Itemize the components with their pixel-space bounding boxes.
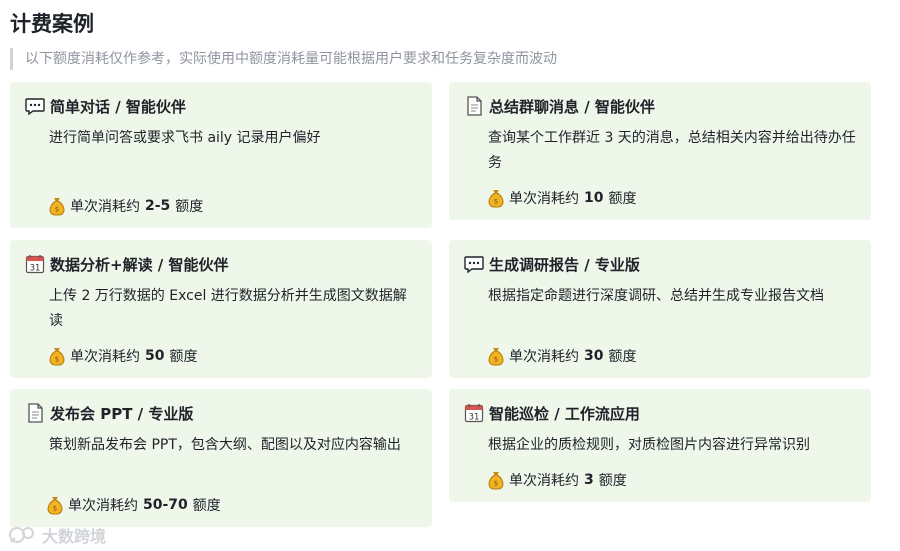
cost-prefix: 单次消耗约 (68, 498, 138, 514)
document-icon (467, 96, 482, 116)
page-subtitle: 以下额度消耗仅作参考，实际使用中额度消耗量可能根据用户要求和任务复杂度而波动 (10, 48, 557, 70)
case-card-title: 简单对话 / 智能伙伴 (50, 97, 186, 116)
calendar-icon: 31 (25, 255, 45, 274)
cost-value: 50-70 (143, 497, 188, 513)
case-card-description: 查询某个工作群近 3 天的消息，总结相关内容并给出待办任务 (488, 130, 856, 171)
case-card-launch-ppt: 发布会 PPT / 专业版 策划新品发布会 PPT，包含大纲、配图以及对应内容输… (10, 389, 432, 527)
case-card-data-analysis: 31 数据分析+解读 / 智能伙伴 上传 2 万行数据的 Excel 进行数据分… (10, 240, 432, 378)
money-bag-icon: $ (47, 497, 63, 515)
case-card-title: 智能巡检 / 工作流应用 (489, 404, 640, 423)
case-card-description: 进行简单问答或要求飞书 aily 记录用户偏好 (49, 130, 321, 146)
case-card-cost: $ 单次消耗约 3 额度 (487, 470, 627, 490)
svg-text:31: 31 (30, 264, 41, 274)
cost-unit: 额度 (169, 349, 198, 365)
case-card-description: 根据企业的质检规则，对质检图片内容进行异常识别 (488, 437, 810, 453)
svg-text:$: $ (494, 480, 498, 488)
case-card-group-summary: 总结群聊消息 / 智能伙伴 查询某个工作群近 3 天的消息，总结相关内容并给出待… (449, 82, 871, 220)
money-bag-icon: $ (49, 348, 65, 366)
cost-unit: 额度 (608, 191, 637, 207)
case-card-cost: $ 单次消耗约 50 额度 (48, 346, 197, 366)
case-card-research-report: 生成调研报告 / 专业版 根据指定命题进行深度调研、总结并生成专业报告文档 $ … (449, 240, 871, 378)
cost-value: 30 (584, 348, 604, 364)
cost-value: 2-5 (145, 198, 171, 214)
cost-unit: 额度 (175, 199, 204, 215)
case-card-title: 总结群聊消息 / 智能伙伴 (489, 97, 655, 116)
watermark-text: 大数跨境 (42, 527, 107, 546)
document-icon (28, 403, 43, 423)
cost-value: 3 (584, 472, 594, 488)
svg-text:$: $ (494, 356, 498, 364)
svg-text:$: $ (55, 356, 59, 364)
money-bag-icon: $ (488, 190, 504, 208)
case-card-simple-chat: 简单对话 / 智能伙伴 进行简单问答或要求飞书 aily 记录用户偏好 $ 单次… (10, 82, 432, 228)
case-card-cost: $ 单次消耗约 2-5 额度 (48, 196, 203, 216)
cost-value: 10 (584, 190, 604, 206)
svg-text:$: $ (55, 206, 59, 214)
cost-prefix: 单次消耗约 (70, 349, 140, 365)
money-bag-icon: $ (488, 348, 504, 366)
cost-unit: 额度 (598, 473, 627, 489)
case-card-cost: $ 单次消耗约 50-70 额度 (46, 495, 221, 515)
cost-prefix: 单次消耗约 (509, 473, 579, 489)
case-card-description: 根据指定命题进行深度调研、总结并生成专业报告文档 (488, 288, 824, 304)
svg-text:31: 31 (469, 413, 480, 423)
calendar-icon: 31 (464, 404, 484, 423)
case-card-description: 上传 2 万行数据的 Excel 进行数据分析并生成图文数据解读 (49, 288, 407, 329)
chat-bubble-icon (464, 256, 484, 274)
watermark: 大数跨境 (8, 523, 106, 547)
cost-unit: 额度 (608, 349, 637, 365)
chat-bubble-icon (25, 98, 45, 116)
cost-unit: 额度 (192, 498, 221, 514)
cost-prefix: 单次消耗约 (70, 199, 140, 215)
cost-prefix: 单次消耗约 (509, 191, 579, 207)
money-bag-icon: $ (488, 472, 504, 490)
svg-text:$: $ (53, 505, 57, 513)
page-title: 计费案例 (10, 12, 94, 36)
case-card-description: 策划新品发布会 PPT，包含大纲、配图以及对应内容输出 (49, 437, 401, 453)
case-card-cost: $ 单次消耗约 10 额度 (487, 188, 636, 208)
case-card-title: 发布会 PPT / 专业版 (50, 404, 194, 423)
case-card-title: 生成调研报告 / 专业版 (489, 255, 640, 274)
cost-value: 50 (145, 348, 165, 364)
case-card-title: 数据分析+解读 / 智能伙伴 (50, 255, 229, 274)
case-card-smart-inspection: 31 智能巡检 / 工作流应用 根据企业的质检规则，对质检图片内容进行异常识别 … (449, 389, 871, 502)
money-bag-icon: $ (49, 198, 65, 216)
svg-text:$: $ (494, 198, 498, 206)
cost-prefix: 单次消耗约 (509, 349, 579, 365)
watermark-logo-icon (9, 527, 34, 543)
case-card-cost: $ 单次消耗约 30 额度 (487, 346, 636, 366)
